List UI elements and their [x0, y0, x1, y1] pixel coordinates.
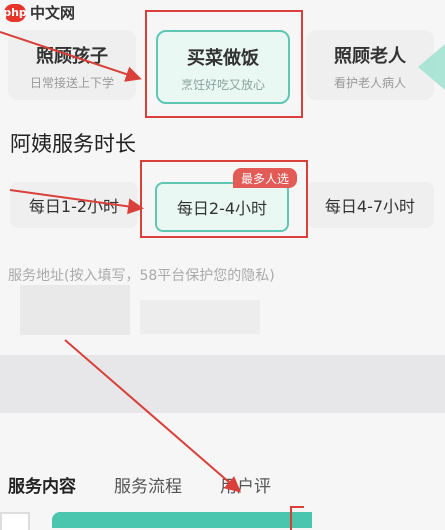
bottom-left-icon[interactable]	[0, 512, 30, 530]
blurred-block	[140, 300, 260, 334]
watermark: php 中文网	[3, 2, 76, 23]
service-card-subtitle: 日常接送上下学	[29, 76, 114, 90]
blurred-band	[0, 355, 445, 413]
watermark-logo: php	[3, 3, 27, 22]
tab-service-content[interactable]: 服务内容	[8, 472, 76, 497]
annotation-box-duration	[140, 160, 308, 238]
duration-option-4-7[interactable]: 每日4-7小时	[306, 182, 434, 228]
annotation-box-bottom	[290, 506, 304, 530]
service-card-subtitle: 看护老人病人	[333, 76, 406, 90]
service-card-title: 照顾孩子	[36, 46, 108, 67]
annotation-box-service	[145, 10, 303, 118]
scroll-right-arrow-icon[interactable]	[418, 44, 445, 90]
tab-user-reviews[interactable]: 用户评	[220, 472, 271, 497]
detail-tabs: 服务内容 服务流程 用户评	[8, 472, 271, 497]
service-card-child[interactable]: 照顾孩子 日常接送上下学	[8, 30, 136, 100]
watermark-text: 中文网	[30, 4, 76, 22]
duration-option-1-2[interactable]: 每日1-2小时	[10, 182, 138, 228]
duration-section-title: 阿姨服务时长	[10, 132, 136, 156]
service-card-elderly[interactable]: 照顾老人 看护老人病人	[306, 30, 434, 100]
bottom-action-button[interactable]	[52, 512, 312, 528]
tab-service-process[interactable]: 服务流程	[114, 472, 182, 497]
blurred-block	[20, 285, 130, 335]
service-card-title: 照顾老人	[334, 46, 406, 67]
address-privacy-note: 服务地址(按入填写，58平台保护您的隐私)	[8, 268, 275, 284]
